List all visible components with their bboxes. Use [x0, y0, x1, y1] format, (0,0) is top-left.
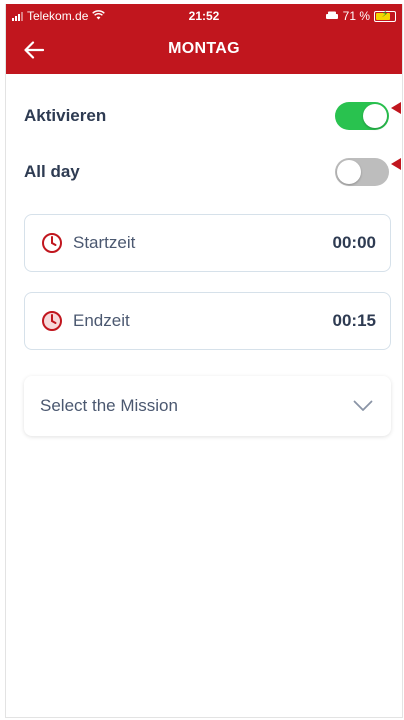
end-time-left: Endzeit — [41, 310, 130, 332]
status-right: 71 % ⚡ — [325, 9, 396, 23]
all-day-row: All day — [24, 152, 401, 192]
pointer-arrow-icon — [391, 158, 401, 170]
end-time-label: Endzeit — [73, 311, 130, 330]
start-time-label: Startzeit — [73, 233, 136, 252]
clock-icon — [42, 233, 62, 253]
activate-label: Aktivieren — [24, 106, 107, 125]
mission-select-placeholder: Select the Mission — [40, 396, 178, 415]
start-time-value: 00:00 — [332, 233, 376, 252]
all-day-label: All day — [24, 162, 80, 181]
clock-icon — [42, 311, 62, 331]
start-time-field[interactable]: Startzeit 00:00 — [24, 214, 391, 272]
all-day-toggle[interactable] — [335, 158, 389, 186]
status-bar: Telekom.de 21:52 71 % ⚡ — [6, 4, 402, 26]
toggle-knob — [337, 160, 361, 184]
mission-select[interactable]: Select the Mission — [24, 376, 391, 436]
pointer-arrow-icon — [391, 102, 401, 114]
activate-row: Aktivieren — [24, 96, 401, 136]
nav-row: MONTAG — [6, 32, 402, 70]
header-bar: Telekom.de 21:52 71 % ⚡ MONTAG — [6, 4, 402, 74]
chevron-down-icon — [353, 400, 373, 411]
battery-icon: ⚡ — [374, 9, 396, 22]
end-time-field[interactable]: Endzeit 00:15 — [24, 292, 391, 350]
carplay-icon — [325, 9, 339, 23]
battery-percent: 71 % — [342, 9, 370, 23]
end-time-value: 00:15 — [332, 311, 376, 330]
page-title: MONTAG — [168, 40, 240, 57]
app-screen: Telekom.de 21:52 71 % ⚡ MONTAG Aktiviere… — [5, 4, 403, 718]
activate-toggle[interactable] — [335, 102, 389, 130]
toggle-knob — [363, 104, 387, 128]
start-time-left: Startzeit — [41, 232, 135, 254]
